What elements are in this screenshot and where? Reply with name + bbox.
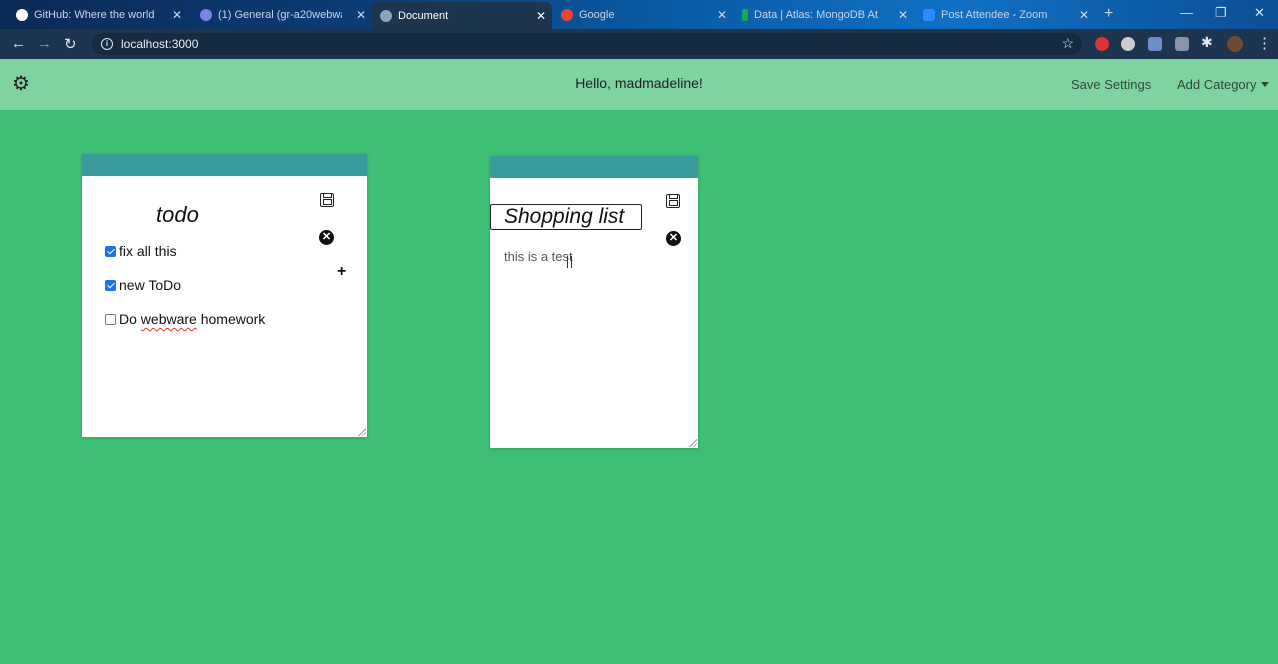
save-settings-link[interactable]: Save Settings [1071,77,1151,92]
add-category-label: Add Category [1177,77,1257,92]
add-category-dropdown[interactable]: Add Category [1177,77,1269,92]
card-header-bar[interactable] [82,154,367,176]
tab-teams[interactable]: (1) General (gr-a20webware ✕ [192,4,372,26]
minimize-icon[interactable]: — [1180,5,1193,20]
save-icon[interactable] [320,193,334,207]
add-item-icon[interactable]: + [337,264,346,280]
list-item: Do webware homework [105,311,265,327]
teams-icon [200,9,212,21]
save-icon[interactable] [666,194,680,208]
forward-icon[interactable]: → [37,35,52,52]
close-window-icon[interactable]: ✕ [1254,5,1265,21]
puzzle-extensions-icon[interactable]: ✱ [1201,34,1213,51]
url-text: localhost:3000 [121,37,199,51]
list-item: new ToDo [105,277,181,293]
bookmark-star-icon[interactable]: ☆ [1061,35,1074,52]
todo-text-part: homework [196,311,266,327]
card-title[interactable]: todo [156,202,199,228]
tab-document[interactable]: Document ✕ [372,2,552,29]
card-header-bar[interactable] [490,156,698,178]
globe-icon [380,9,392,22]
github-icon [16,9,28,21]
list-item: fix all this [105,243,177,259]
resize-handle[interactable] [358,428,366,436]
close-tab-icon[interactable]: ✕ [717,8,727,22]
todo-checkbox[interactable] [105,313,116,325]
zoom-icon [923,9,935,21]
extension-icon[interactable] [1148,37,1162,51]
tab-github[interactable]: GitHub: Where the world bu ✕ [8,4,188,26]
text-cursor-icon [567,256,572,268]
tab-mongodb[interactable]: Data | Atlas: MongoDB Atlas ✕ [734,4,914,26]
delete-card-icon[interactable]: ✕ [666,231,681,246]
close-tab-icon[interactable]: ✕ [536,9,546,23]
address-bar[interactable]: i localhost:3000 ☆ [92,33,1082,55]
delete-card-icon[interactable]: ✕ [319,230,334,245]
reload-icon[interactable]: ↻ [64,35,77,53]
todo-text[interactable]: new ToDo [119,277,181,293]
todo-text[interactable]: Do webware homework [119,311,265,327]
google-icon [561,9,573,21]
back-icon[interactable]: ← [11,35,26,52]
todo-text-part: Do [119,311,141,327]
card-title-input[interactable]: Shopping list [490,204,642,230]
info-icon[interactable]: i [101,38,113,50]
avatar[interactable] [1227,36,1243,52]
extension-icon[interactable] [1121,37,1135,51]
close-tab-icon[interactable]: ✕ [1079,8,1089,22]
tab-google[interactable]: Google ✕ [553,4,733,26]
close-tab-icon[interactable]: ✕ [898,8,908,22]
new-tab-icon[interactable]: + [1104,5,1113,23]
resize-handle[interactable] [689,439,697,447]
todo-checkbox[interactable] [105,245,116,257]
restore-icon[interactable]: ❐ [1215,5,1227,21]
todo-card: todo ✕ + fix all this new ToDo Do webwar… [82,154,367,437]
note-body[interactable]: this is a test [504,249,573,264]
browser-toolbar: ← → ↻ i localhost:3000 ☆ ✱ ⋮ [0,29,1278,59]
more-menu-icon[interactable]: ⋮ [1257,34,1272,52]
note-card: Shopping list ✕ this is a test [490,156,698,448]
app-header: ⚙ Hello, madmadeline! Save Settings Add … [0,59,1278,110]
close-tab-icon[interactable]: ✕ [172,8,182,22]
misspelled-word: webware [140,311,197,327]
extension-icon[interactable] [1095,37,1109,51]
mongodb-icon [742,9,748,21]
todo-checkbox[interactable] [105,279,116,291]
close-tab-icon[interactable]: ✕ [356,8,366,22]
browser-tab-strip: GitHub: Where the world bu ✕ (1) General… [0,0,1278,29]
tab-zoom[interactable]: Post Attendee - Zoom ✕ [915,4,1095,26]
extension-icon[interactable] [1175,37,1189,51]
chevron-down-icon [1260,82,1269,87]
todo-text[interactable]: fix all this [119,243,177,259]
